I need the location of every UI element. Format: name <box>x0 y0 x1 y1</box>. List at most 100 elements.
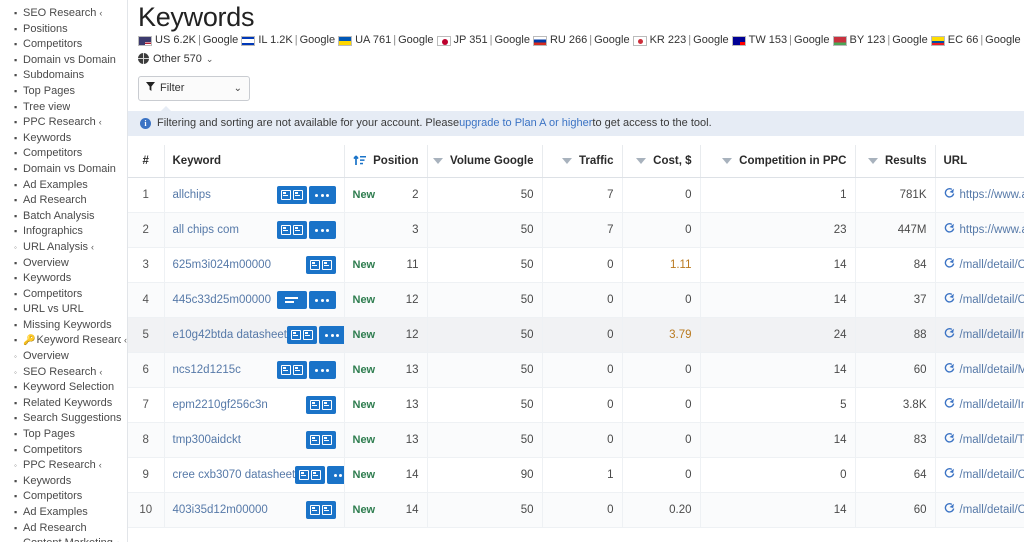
country-chip-ec[interactable]: EC 66|Google <box>931 33 1021 48</box>
external-link-icon[interactable] <box>944 433 955 447</box>
sidebar-item-search-suggestions[interactable]: ▪Search Suggestions <box>0 411 127 427</box>
sort-ascending-icon[interactable] <box>353 155 367 166</box>
sidebar-item-tree-view[interactable]: ▪Tree view <box>0 100 127 116</box>
url-link[interactable]: /mall/detail/Texas <box>960 434 1024 446</box>
country-chip-tw[interactable]: TW 153|Google <box>732 33 830 48</box>
keyword-link[interactable]: epm2210gf256c3n <box>173 399 268 411</box>
sort-descending-icon[interactable] <box>433 158 443 164</box>
external-link-icon[interactable] <box>944 398 955 412</box>
sidebar-item-competitors[interactable]: ▪Competitors <box>0 37 127 53</box>
column-header-url[interactable]: URL <box>935 145 1024 178</box>
column-header-cost[interactable]: Cost, $ <box>622 145 700 178</box>
sidebar-item-overview[interactable]: ▪Overview <box>0 256 127 272</box>
sidebar-item-positions[interactable]: ▪Positions <box>0 22 127 38</box>
sidebar-item-missing-keywords[interactable]: ▪Missing Keywords <box>0 318 127 334</box>
sidebar-item-ppc-research[interactable]: ▪PPC Research‹ <box>0 115 127 131</box>
url-link[interactable]: /mall/detail/Intel-A <box>960 399 1024 411</box>
sidebar-item-infographics[interactable]: ▪Infographics <box>0 224 127 240</box>
sidebar-item-keywords[interactable]: ▪Keywords <box>0 131 127 147</box>
sidebar-item-top-pages[interactable]: ▪Top Pages <box>0 427 127 443</box>
keyword-link[interactable]: 625m3i024m00000 <box>173 259 271 271</box>
external-link-icon[interactable] <box>944 468 955 482</box>
keyword-link[interactable]: tmp300aidckt <box>173 434 241 446</box>
keyword-link[interactable]: all chips com <box>173 224 239 236</box>
table-row[interactable]: 5e10g42btda datasheetNew125003.792488/ma… <box>128 318 1024 353</box>
sidebar-item-related-keywords[interactable]: ▪Related Keywords <box>0 396 127 412</box>
keyword-link[interactable]: ncs12d1215c <box>173 364 241 376</box>
more-actions-button[interactable] <box>327 466 344 484</box>
external-link-icon[interactable] <box>944 503 955 517</box>
sidebar-item-domain-vs-domain[interactable]: ▪Domain vs Domain <box>0 53 127 69</box>
table-row[interactable]: 7epm2210gf256c3nNew13500053.8K/mall/deta… <box>128 388 1024 423</box>
url-link[interactable]: /mall/detail/CTS-4 <box>960 294 1024 306</box>
sidebar-item-url-analysis[interactable]: ◦URL Analysis‹ <box>0 240 127 256</box>
table-row[interactable]: 6ncs12d1215cNew1350001460/mall/detail/Mu… <box>128 353 1024 388</box>
more-actions-button[interactable] <box>309 361 336 379</box>
serp-preview-button[interactable] <box>306 256 336 274</box>
country-chip-ru[interactable]: RU 266|Google <box>533 33 630 48</box>
serp-preview-button[interactable] <box>277 186 307 204</box>
external-link-icon[interactable] <box>944 188 955 202</box>
keyword-link[interactable]: 403i35d12m00000 <box>173 504 268 516</box>
url-link[interactable]: /mall/detail/CTS-6 <box>960 259 1024 271</box>
sort-descending-icon[interactable] <box>868 158 878 164</box>
sidebar-item-batch-analysis[interactable]: ▪Batch Analysis <box>0 209 127 225</box>
sidebar-item-ad-examples[interactable]: ▪Ad Examples <box>0 505 127 521</box>
sidebar-item-competitors[interactable]: ▪Competitors <box>0 287 127 303</box>
column-header-results[interactable]: Results <box>855 145 935 178</box>
country-chip-by[interactable]: BY 123|Google <box>833 33 928 48</box>
url-link[interactable]: /mall/detail/CTS-4 <box>960 504 1024 516</box>
table-row[interactable]: 8tmp300aidcktNew1350001483/mall/detail/T… <box>128 423 1024 458</box>
sidebar-item-ppc-research[interactable]: ◦PPC Research‹ <box>0 458 127 474</box>
table-row[interactable]: 1allchipsNew250701781Khttps://www.allchi… <box>128 178 1024 213</box>
serp-preview-button[interactable] <box>287 326 317 344</box>
column-header-volume[interactable]: Volume Google <box>427 145 542 178</box>
more-actions-button[interactable] <box>309 291 336 309</box>
column-header-traffic[interactable]: Traffic <box>542 145 622 178</box>
external-link-icon[interactable] <box>944 258 955 272</box>
column-header-idx[interactable]: # <box>128 145 164 178</box>
url-link[interactable]: https://www.allchip <box>960 189 1024 201</box>
table-row[interactable]: 10403i35d12m00000New145000.201460/mall/d… <box>128 493 1024 528</box>
external-link-icon[interactable] <box>944 223 955 237</box>
sidebar-item-url-vs-url[interactable]: ▪URL vs URL <box>0 302 127 318</box>
sidebar-item-competitors[interactable]: ▪Competitors <box>0 146 127 162</box>
country-chip-ua[interactable]: UA 761|Google <box>338 33 433 48</box>
filter-button[interactable]: Filter ⌄ <box>138 76 250 101</box>
sidebar-item-seo-research[interactable]: ◦SEO Research‹ <box>0 365 127 381</box>
more-actions-button[interactable] <box>309 186 336 204</box>
sidebar-item-competitors[interactable]: ▪Competitors <box>0 489 127 505</box>
sidebar-item-ad-research[interactable]: ▪Ad Research <box>0 521 127 537</box>
table-row[interactable]: 9cree cxb3070 datasheetNew149010064/mall… <box>128 458 1024 493</box>
sidebar-item-keyword-research[interactable]: ▪🔑Keyword Research‹ <box>0 333 127 349</box>
serp-preview-button[interactable] <box>277 221 307 239</box>
country-chip-kr[interactable]: KR 223|Google <box>633 33 729 48</box>
more-actions-button[interactable] <box>309 221 336 239</box>
external-link-icon[interactable] <box>944 328 955 342</box>
sidebar-item-ad-examples[interactable]: ▪Ad Examples <box>0 178 127 194</box>
column-header-keyword[interactable]: Keyword <box>164 145 344 178</box>
country-chip-il[interactable]: IL 1.2K|Google <box>241 33 335 48</box>
external-link-icon[interactable] <box>944 363 955 377</box>
serp-preview-button[interactable] <box>306 501 336 519</box>
serp-preview-button[interactable] <box>277 361 307 379</box>
table-row[interactable]: 2all chips com3507023447Mhttps://www.all… <box>128 213 1024 248</box>
url-link[interactable]: https://www.allchip <box>960 224 1024 236</box>
more-actions-button[interactable] <box>319 326 344 344</box>
sidebar-item-top-pages[interactable]: ▪Top Pages <box>0 84 127 100</box>
sidebar-item-seo-research[interactable]: ▪SEO Research‹ <box>0 6 127 22</box>
column-header-position[interactable]: Position <box>344 145 427 178</box>
ad-preview-button[interactable] <box>277 291 307 309</box>
column-header-competition[interactable]: Competition in PPC <box>700 145 855 178</box>
sort-descending-icon[interactable] <box>562 158 572 164</box>
url-link[interactable]: /mall/detail/Cree-C <box>960 469 1024 481</box>
external-link-icon[interactable] <box>944 293 955 307</box>
sidebar-item-content-marketing[interactable]: ▪Content Marketing‹ <box>0 536 127 542</box>
table-row[interactable]: 4445c33d25m00000New1250001437/mall/detai… <box>128 283 1024 318</box>
keyword-link[interactable]: cree cxb3070 datasheet <box>173 469 296 481</box>
serp-preview-button[interactable] <box>306 396 336 414</box>
keyword-link[interactable]: e10g42btda datasheet <box>173 329 287 341</box>
sidebar-item-keywords[interactable]: ▪Keywords <box>0 474 127 490</box>
sidebar-item-competitors[interactable]: ▪Competitors <box>0 443 127 459</box>
url-link[interactable]: /mall/detail/Murat <box>960 364 1024 376</box>
